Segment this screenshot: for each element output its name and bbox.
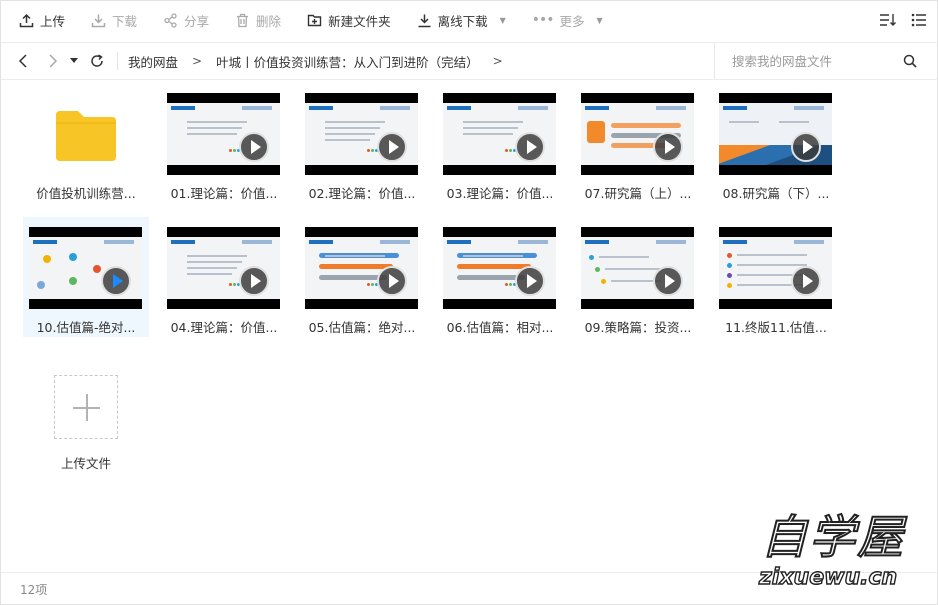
delete-button[interactable]: 删除 (235, 1, 281, 39)
video-file-item[interactable]: 11.终版11.估值... (713, 217, 839, 337)
search-box (714, 43, 938, 79)
refresh-icon[interactable] (85, 43, 109, 79)
folder-item[interactable]: 价值投机训练营... (23, 83, 149, 203)
more-button[interactable]: ••• 更多 ▼ (532, 1, 603, 39)
forward-arrow-icon[interactable] (41, 43, 65, 79)
file-name: 10.估值篇-绝对... (36, 320, 136, 335)
video-file-item[interactable]: 10.估值篇-绝对... (23, 217, 149, 337)
more-dots-icon: ••• (531, 12, 555, 28)
breadcrumb-separator-icon: > (192, 54, 203, 68)
navigation-bar: 我的网盘 > 叶城丨价值投资训练营：从入门到进阶（完结） > (1, 42, 938, 80)
video-thumbnail (305, 227, 418, 309)
play-icon[interactable] (653, 132, 683, 162)
file-name: 02.理论篇：价值... (308, 186, 416, 201)
play-icon[interactable] (791, 266, 821, 296)
trash-icon (237, 13, 249, 27)
more-label: 更多 (559, 13, 585, 29)
file-name: 08.研究篇（下）... (722, 186, 830, 201)
play-icon[interactable] (239, 266, 269, 296)
download-icon (91, 14, 106, 27)
share-button[interactable]: 分享 (163, 1, 209, 39)
upload-label: 上传 (40, 13, 66, 29)
list-view-icon[interactable] (911, 13, 927, 27)
download-label: 下载 (112, 13, 138, 29)
breadcrumb-root[interactable]: 我的网盘 (128, 52, 178, 71)
upload-file-label: 上传文件 (60, 456, 111, 471)
breadcrumb-expand-icon[interactable]: > (493, 54, 503, 68)
chevron-down-icon: ▼ (499, 15, 506, 25)
delete-label: 删除 (256, 13, 282, 29)
file-name: 06.估值篇：相对... (446, 320, 554, 335)
video-thumbnail (581, 227, 694, 309)
upload-button[interactable]: 上传 (19, 1, 65, 39)
play-icon[interactable] (653, 266, 683, 296)
play-icon[interactable] (515, 132, 545, 162)
watermark-url-text: zixuewu.cn (758, 564, 898, 590)
play-icon[interactable] (791, 132, 821, 162)
offline-download-icon (418, 14, 431, 27)
file-name: 07.研究篇（上）... (584, 186, 692, 201)
upload-icon (19, 13, 34, 27)
file-name: 01.理论篇：价值... (170, 186, 278, 201)
video-file-item[interactable]: 01.理论篇：价值... (161, 83, 287, 203)
search-icon[interactable] (903, 54, 917, 68)
video-thumbnail (29, 227, 142, 309)
offline-download-button[interactable]: 离线下载 ▼ (417, 1, 506, 39)
file-name: 09.策略篇：投资... (584, 320, 692, 335)
video-thumbnail (719, 227, 832, 309)
play-icon[interactable] (377, 266, 407, 296)
file-name: 03.理论篇：价值... (446, 186, 554, 201)
offline-download-label: 离线下载 (437, 13, 488, 29)
folder-icon (56, 111, 116, 161)
video-file-item[interactable]: 04.理论篇：价值... (161, 217, 287, 337)
video-file-item[interactable]: 02.理论篇：价值... (299, 83, 425, 203)
video-thumbnail (167, 227, 280, 309)
watermark-logo-text: 自学屋 (760, 509, 905, 565)
share-label: 分享 (184, 13, 210, 29)
video-file-item[interactable]: 05.估值篇：绝对... (299, 217, 425, 337)
divider (117, 52, 118, 70)
video-file-item[interactable]: 03.理论篇：价值... (437, 83, 563, 203)
video-thumbnail (443, 227, 556, 309)
video-thumbnail (443, 93, 556, 175)
new-folder-icon (307, 14, 322, 26)
download-button[interactable]: 下载 (91, 1, 137, 39)
file-name: 04.理论篇：价值... (170, 320, 278, 335)
video-file-item[interactable]: 06.估值篇：相对... (437, 217, 563, 337)
search-input[interactable] (732, 53, 892, 69)
video-file-item[interactable]: 08.研究篇（下）... (713, 83, 839, 203)
upload-file-button[interactable] (54, 375, 118, 439)
item-count: 12项 (20, 583, 48, 597)
history-dropdown-icon[interactable] (67, 43, 81, 79)
new-folder-button[interactable]: 新建文件夹 (307, 1, 391, 39)
chevron-down-icon: ▼ (596, 15, 603, 25)
share-icon (164, 12, 177, 28)
video-thumbnail (167, 93, 280, 175)
play-icon[interactable] (377, 132, 407, 162)
toolbar: 上传 下载 分享 删除 新建文件夹 离线下载 ▼ ••• 更多 ▼ (1, 1, 938, 39)
view-controls (865, 1, 927, 39)
video-thumbnail (581, 93, 694, 175)
video-file-item[interactable]: 07.研究篇（上）... (575, 83, 701, 203)
sort-icon[interactable] (879, 13, 897, 27)
back-arrow-icon[interactable] (11, 43, 35, 79)
new-folder-label: 新建文件夹 (328, 13, 391, 29)
breadcrumb: 我的网盘 > 叶城丨价值投资训练营：从入门到进阶（完结） > (128, 52, 517, 71)
watermark: 自学屋 zixuewu.cn (753, 501, 933, 601)
file-name: 11.终版11.估值... (725, 320, 827, 335)
video-file-item[interactable]: 09.策略篇：投资... (575, 217, 701, 337)
video-thumbnail (719, 93, 832, 175)
file-name: 05.估值篇：绝对... (308, 320, 416, 335)
breadcrumb-current-folder[interactable]: 叶城丨价值投资训练营：从入门到进阶（完结） (216, 52, 479, 71)
play-icon[interactable] (101, 266, 131, 296)
file-name: 价值投机训练营... (36, 186, 136, 201)
play-icon[interactable] (515, 266, 545, 296)
video-thumbnail (305, 93, 418, 175)
play-icon[interactable] (239, 132, 269, 162)
